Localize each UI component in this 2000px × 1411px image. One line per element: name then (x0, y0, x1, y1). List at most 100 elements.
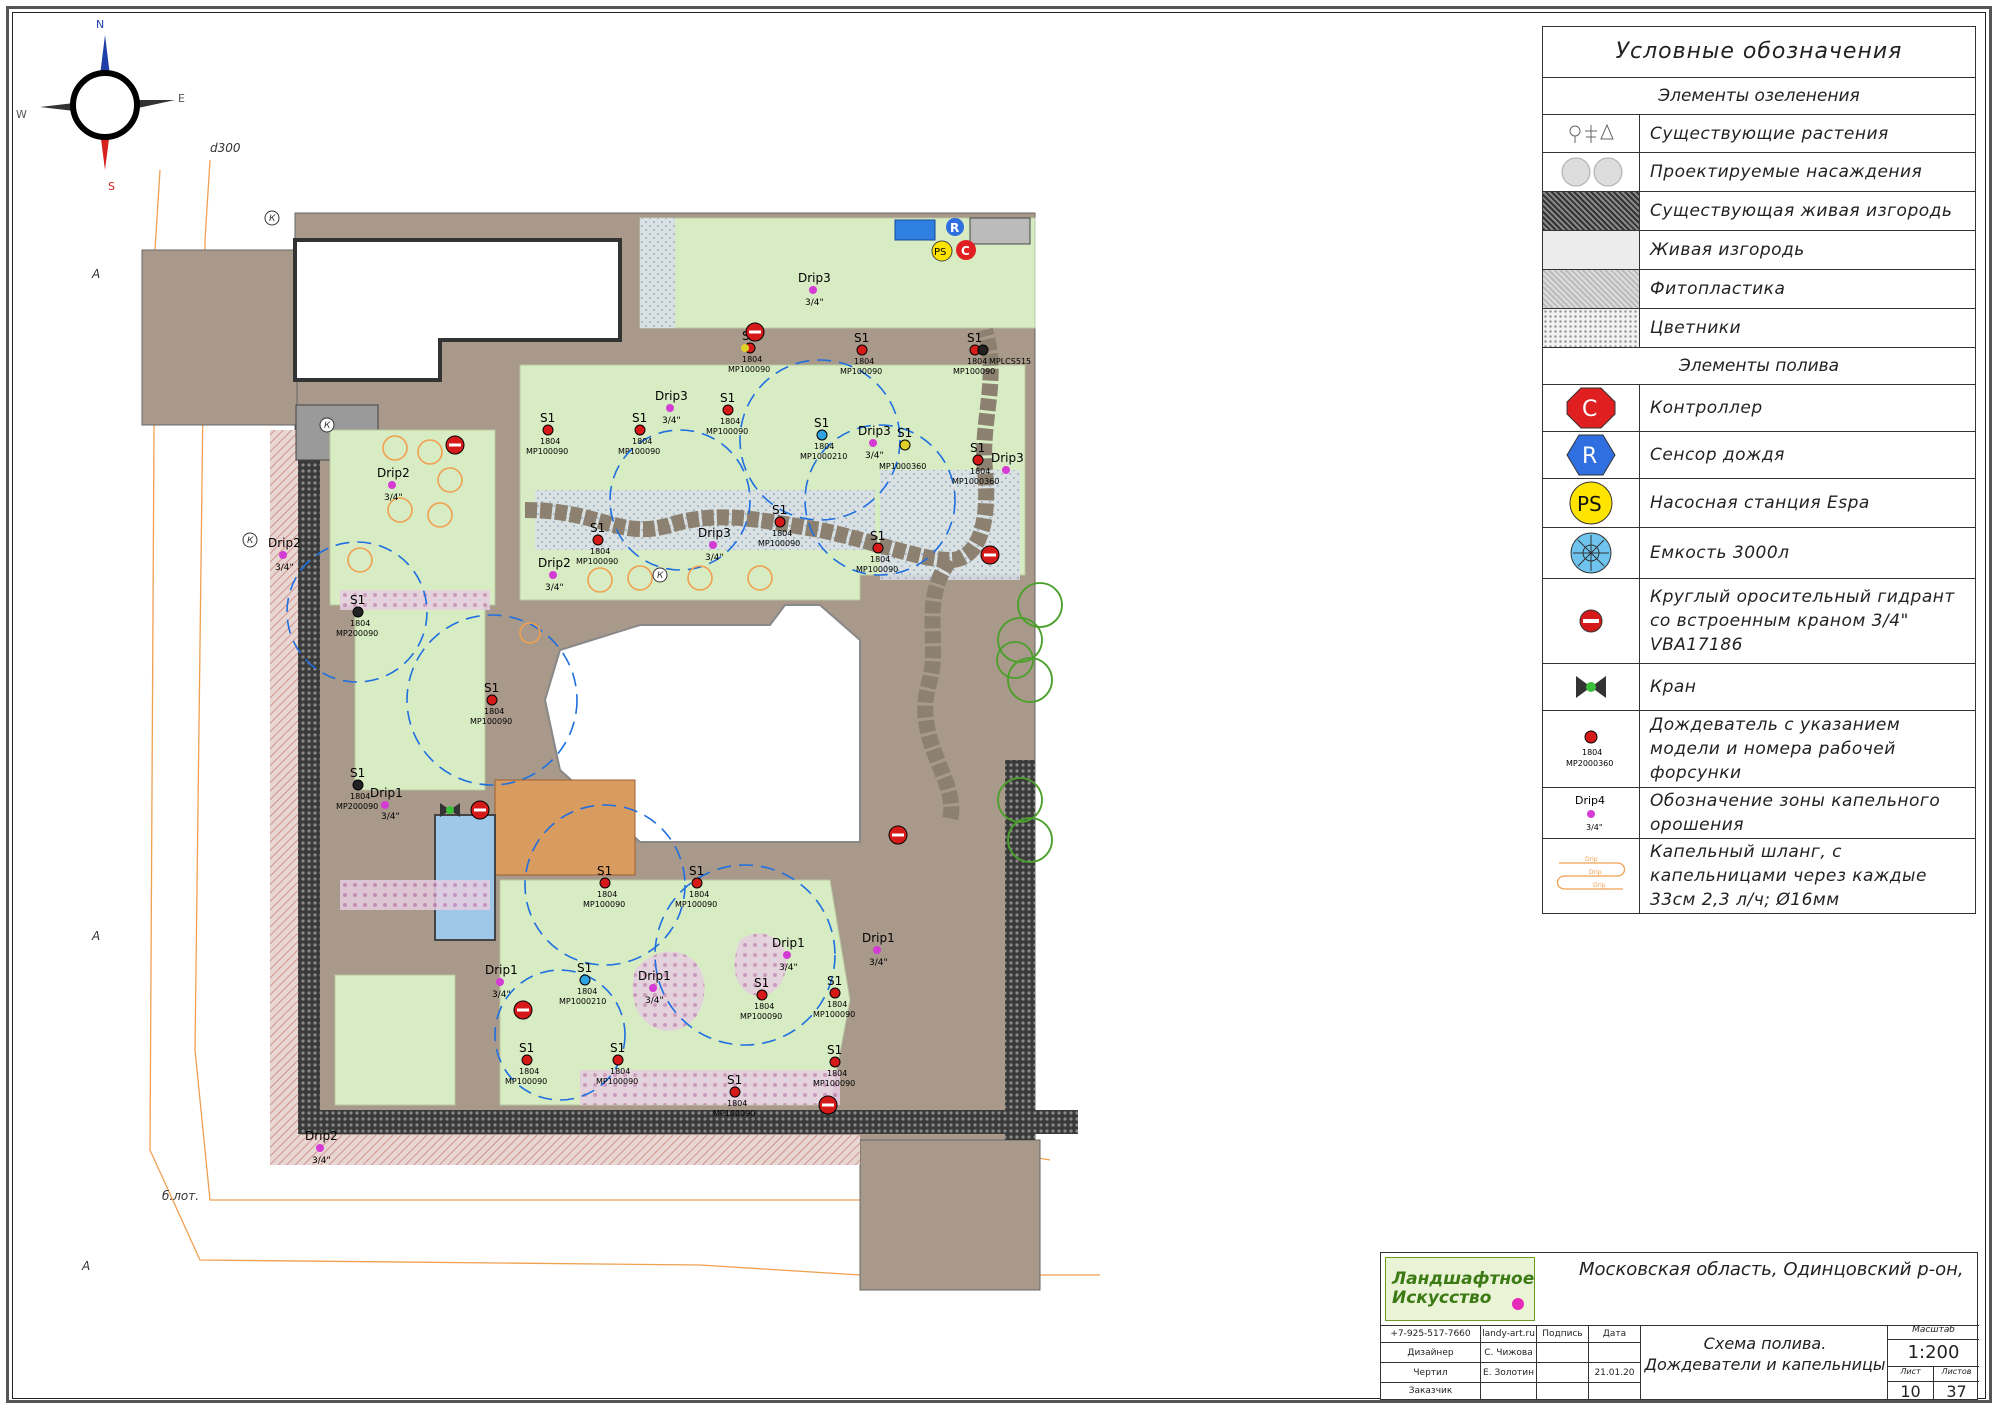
compass-west: W (16, 108, 27, 121)
hydrant-icon (1543, 579, 1640, 663)
tank-icon (1543, 528, 1640, 578)
svg-text:1804: 1804 (597, 890, 617, 899)
svg-text:3/4": 3/4" (805, 298, 824, 308)
svg-text:S1: S1 (727, 1073, 742, 1087)
svg-text:MP100090: MP100090 (583, 900, 625, 909)
valve-text: Кран (1650, 677, 1697, 697)
legend-row-drip-hose: Drip Drip Drip Капельный шланг, с капельни… (1543, 839, 1975, 913)
legend-row-rain-sensor: R Сенсор дождя (1543, 432, 1975, 479)
svg-text:S1: S1 (597, 864, 612, 878)
planned-plants-text: Проектируемые насаждения (1650, 162, 1923, 182)
svg-text:1804: 1804 (967, 357, 987, 366)
svg-text:1804: 1804 (854, 357, 874, 366)
drip-hose-text: Капельный шланг, с капельницами через ка… (1650, 842, 1927, 910)
title-block: Ландшафтное Искусство Московская область… (1380, 1252, 1979, 1401)
svg-text:Drip4: Drip4 (1575, 794, 1605, 807)
existing-plants-text: Существующие растения (1650, 123, 1889, 144)
logo-dot-icon (1512, 1298, 1524, 1310)
legend-row-existing-hedge: Существующая живая изгородь (1543, 192, 1975, 231)
svg-text:MP200090: MP200090 (336, 802, 378, 811)
svg-text:1804: 1804 (689, 890, 709, 899)
designer-sign (1537, 1343, 1589, 1363)
pump-text: Насосная станция Espa (1650, 493, 1870, 513)
svg-text:1804: 1804 (870, 555, 890, 564)
svg-text:1804: 1804 (970, 467, 990, 476)
svg-text:1804: 1804 (540, 437, 560, 446)
phytoplastic-text: Фитопластика (1650, 279, 1786, 299)
svg-text:MP100090: MP100090 (953, 367, 995, 376)
client-sign (1537, 1383, 1589, 1399)
svg-text:MP1000210: MP1000210 (559, 997, 606, 1006)
compass-south: S (108, 180, 115, 193)
svg-text:S1: S1 (350, 593, 365, 607)
legend-row-sprinkler: 1804 MP2000360 Дождеватель с указанием мо… (1543, 711, 1975, 788)
tank-text: Емкость 3000л (1650, 543, 1790, 563)
axis-a-2: А (91, 929, 100, 943)
drafter-sign (1537, 1363, 1589, 1383)
svg-text:Drip2: Drip2 (305, 1129, 338, 1143)
legend-panel: Условные обозначения Элементы озеленения… (1542, 26, 1976, 914)
svg-text:S1: S1 (970, 441, 985, 455)
legend-row-drip-zone: Drip4 3/4" Обозначение зоны капельного ор… (1543, 788, 1975, 839)
pump-marker: PS (931, 240, 953, 262)
hedge-icon (1543, 231, 1640, 269)
svg-text:MP100090: MP100090 (740, 1012, 782, 1021)
svg-text:К: К (324, 421, 331, 431)
phone: +7-925-517-7660 (1381, 1325, 1481, 1343)
svg-text:3/4": 3/4" (865, 451, 884, 461)
svg-text:MP100090: MP100090 (596, 1077, 638, 1086)
existing-plants-icon (1543, 115, 1640, 152)
address-text: Московская область, Одинцовский р-он, (1579, 1259, 1964, 1280)
controller-marker: C (956, 240, 976, 260)
legend-row-flowerbeds: Цветники (1543, 309, 1975, 348)
svg-text:1804: 1804 (827, 1069, 847, 1078)
svg-text:S1: S1 (870, 529, 885, 543)
svg-text:Drip: Drip (1585, 856, 1598, 863)
svg-text:S1: S1 (754, 976, 769, 990)
svg-text:Drip3: Drip3 (858, 424, 891, 438)
designer-name: С. Чижова (1481, 1343, 1537, 1363)
legend-row-tank: Емкость 3000л (1543, 528, 1975, 579)
lot-label: б.лот. (162, 1189, 199, 1203)
drafter-role: Чертил (1381, 1363, 1481, 1383)
legend-row-valve: Кран (1543, 664, 1975, 711)
sprinkler-text: Дождеватель с указанием модели и номера … (1650, 715, 1901, 783)
svg-text:Drip3: Drip3 (655, 389, 688, 403)
svg-text:MP100090: MP100090 (706, 427, 748, 436)
controller-icon: C (1543, 385, 1640, 431)
svg-text:К: К (657, 571, 664, 581)
valve-icon (1543, 664, 1640, 710)
svg-text:S1: S1 (827, 974, 842, 988)
svg-text:Drip: Drip (1589, 869, 1602, 876)
svg-text:S1: S1 (720, 391, 735, 405)
svg-text:1804: 1804 (610, 1067, 630, 1076)
svg-text:S1: S1 (814, 416, 829, 430)
existing-hedge-icon (1543, 192, 1640, 230)
svg-text:3/4": 3/4" (645, 996, 664, 1006)
header-sign: Подпись (1537, 1325, 1589, 1343)
svg-text:1804: 1804 (350, 792, 370, 801)
phytoplastic-icon (1543, 270, 1640, 308)
svg-text:3/4": 3/4" (662, 416, 681, 426)
svg-text:3/4": 3/4" (545, 583, 564, 593)
compass-east: E (178, 92, 185, 105)
existing-hedge-text: Существующая живая изгородь (1650, 201, 1953, 221)
svg-text:S1: S1 (540, 411, 555, 425)
svg-text:1804: 1804 (727, 1099, 747, 1108)
svg-text:S1: S1 (577, 961, 592, 975)
logo-line-1: Ландшафтное (1392, 1269, 1535, 1289)
website: landy-art.ru (1481, 1325, 1537, 1343)
flowerbeds-text: Цветники (1650, 318, 1742, 338)
svg-text:3/4": 3/4" (492, 990, 511, 1000)
drafter-date: 21.01.20 (1589, 1363, 1641, 1383)
client-role: Заказчик (1381, 1383, 1481, 1399)
company-logo: Ландшафтное Искусство (1385, 1257, 1535, 1321)
client-date (1589, 1383, 1641, 1399)
controller-text: Контроллер (1650, 398, 1763, 418)
legend-row-planned: Проектируемые насаждения (1543, 153, 1975, 192)
svg-text:Drip: Drip (1593, 882, 1606, 889)
svg-text:1804: 1804 (814, 442, 834, 451)
svg-text:MP100090: MP100090 (470, 717, 512, 726)
legend-row-controller: C Контроллер (1543, 385, 1975, 432)
svg-text:3/4": 3/4" (381, 812, 400, 822)
